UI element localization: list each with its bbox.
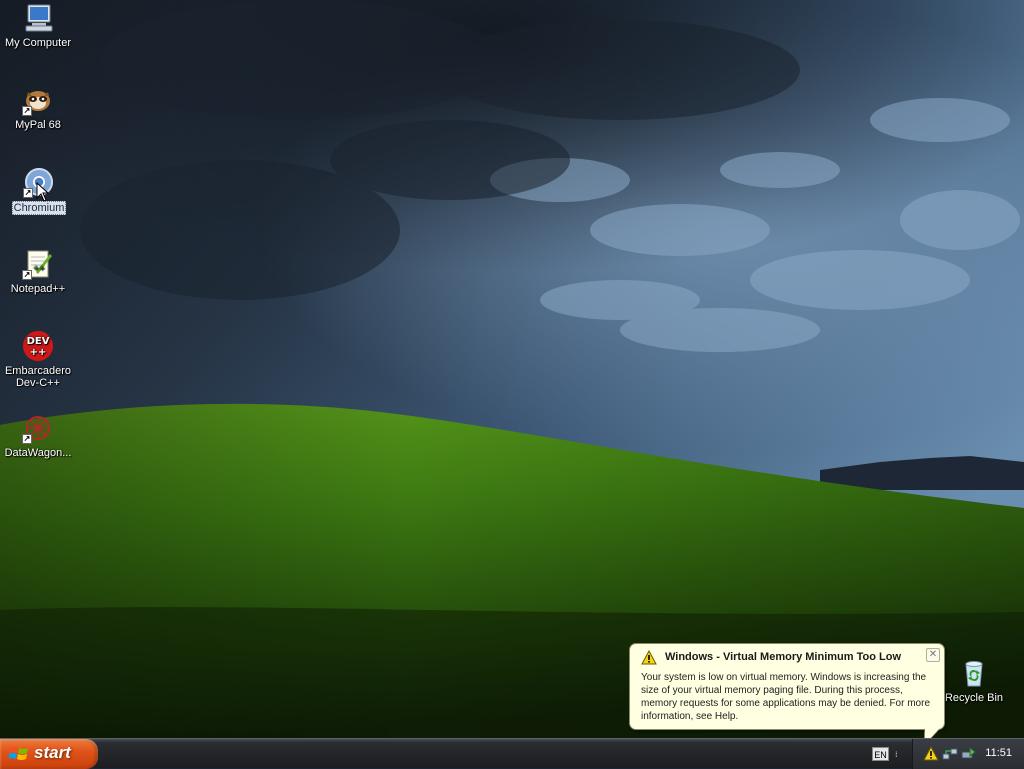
desktop-wallpaper: [0, 0, 1024, 738]
warning-icon[interactable]: [923, 745, 939, 762]
balloon-notification[interactable]: Windows - Virtual Memory Minimum Too Low…: [629, 643, 945, 730]
shortcut-arrow-icon: ↗: [22, 106, 32, 116]
warning-icon: [641, 649, 657, 666]
shortcut-arrow-icon: ↗: [22, 434, 32, 444]
safely-remove-hardware-icon[interactable]: [960, 746, 976, 762]
system-tray: 11:51: [912, 739, 1024, 769]
clock[interactable]: 11:51: [985, 747, 1012, 759]
notepad-plus-plus-icon: ++ ↗: [22, 248, 54, 280]
language-indicator[interactable]: EN: [872, 747, 889, 761]
computer-icon: [22, 2, 54, 34]
language-bar-grip[interactable]: ⁞: [895, 751, 898, 759]
network-icon[interactable]: [942, 746, 958, 762]
desktop-icon-notepad-plus-plus[interactable]: ++ ↗ Notepad++: [0, 248, 76, 295]
shortcut-arrow-icon: ↗: [22, 270, 32, 280]
devcpp-icon: DEV ++: [22, 330, 54, 362]
desktop-icon-recycle-bin[interactable]: Recycle Bin: [936, 657, 1012, 704]
balloon-title: Windows - Virtual Memory Minimum Too Low: [665, 651, 901, 663]
desktop-icon-label: Notepad++: [10, 283, 66, 295]
balloon-message: Your system is low on virtual memory. Wi…: [641, 672, 931, 722]
desktop-icon-devcpp[interactable]: DEV ++ Embarcadero Dev-C++: [0, 330, 76, 389]
desktop-icon-mypal[interactable]: ↗ MyPal 68: [0, 84, 76, 131]
start-button-label: start: [34, 743, 71, 762]
start-button[interactable]: start: [0, 739, 98, 769]
desktop-icon-label: MyPal 68: [15, 119, 61, 131]
svg-text:++: ++: [33, 264, 45, 272]
wallpaper-image: [0, 0, 1024, 738]
balloon-close-button[interactable]: ✕: [926, 648, 940, 662]
desktop-icon-datawagon[interactable]: ↗ DataWagon...: [0, 412, 76, 459]
mouse-pointer-icon: [36, 182, 50, 202]
recycle-bin-icon: [958, 657, 990, 689]
mypal-browser-icon: ↗: [22, 84, 54, 116]
taskbar: start EN ⁞ 11:51: [0, 738, 1024, 769]
desktop-icon-label-line-2: Dev-C++: [15, 377, 60, 389]
devcpp-icon-text: DEV: [27, 336, 50, 347]
desktop-icon-label: Recycle Bin: [944, 692, 1004, 704]
windows-logo-icon: [8, 745, 29, 763]
desktop-icon-my-computer[interactable]: My Computer: [0, 2, 76, 49]
desktop-icon-label: Embarcadero Dev-C++: [4, 365, 72, 389]
devcpp-icon-text-2: ++: [30, 347, 47, 358]
shortcut-arrow-icon: ↗: [23, 188, 33, 198]
desktop-icon-label: My Computer: [4, 37, 72, 49]
datawagon-icon: ↗: [22, 412, 54, 444]
desktop-icon-label: DataWagon...: [4, 447, 72, 459]
desktop-icon-label-line-1: Embarcadero: [4, 365, 72, 377]
desktop-icon-label: Chromium: [11, 201, 67, 215]
